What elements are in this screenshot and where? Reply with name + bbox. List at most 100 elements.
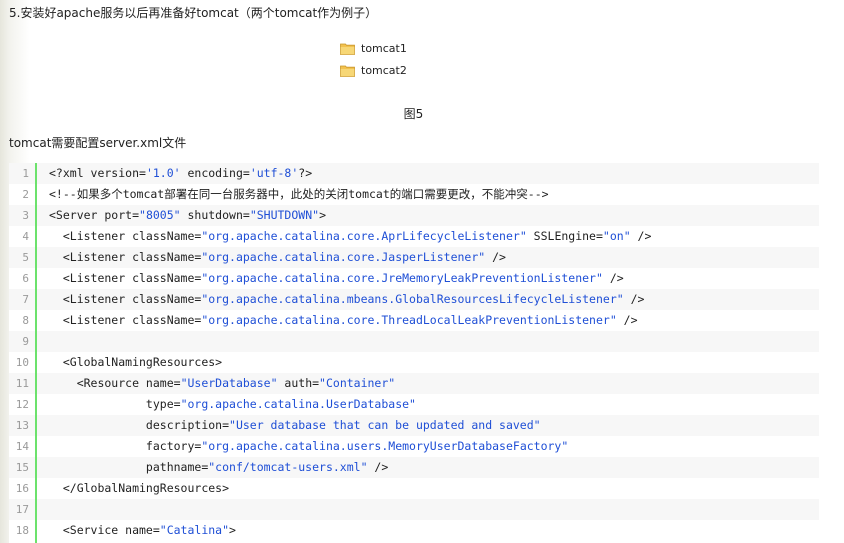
line-number: 11 xyxy=(15,377,29,390)
code-text: <Listener className="org.apache.catalina… xyxy=(49,226,652,247)
xml-markup: <Service name= xyxy=(49,523,160,537)
code-line: 3 <Server port="8005" shutdown="SHUTDOWN"… xyxy=(9,205,819,226)
line-number: 4 xyxy=(22,230,29,243)
code-line: 7 <Listener className="org.apache.catali… xyxy=(9,289,819,310)
code-text: </GlobalNamingResources> xyxy=(49,478,229,499)
xml-markup: <Listener className= xyxy=(49,313,202,327)
attribute-value: "conf/tomcat-users.xml" xyxy=(208,460,368,474)
xml-markup: /> xyxy=(630,229,652,243)
attribute-value: "org.apache.catalina.core.ThreadLocalLea… xyxy=(201,313,617,327)
attribute-value: "Container" xyxy=(319,376,396,390)
step-heading: 5.安装好apache服务以后再准备好tomcat（两个tomcat作为例子） xyxy=(9,6,378,20)
code-line: 16 </GlobalNamingResources> xyxy=(9,478,819,499)
xml-markup: ?> xyxy=(298,166,313,180)
line-number: 10 xyxy=(15,356,29,369)
attribute-value: '1.0' xyxy=(145,166,181,180)
xml-markup: pathname= xyxy=(49,460,209,474)
line-number: 8 xyxy=(22,314,29,327)
code-line: 6 <Listener className="org.apache.catali… xyxy=(9,268,819,289)
xml-markup: <?xml version= xyxy=(49,166,146,180)
line-number: 2 xyxy=(22,188,29,201)
folder-item-tomcat1[interactable]: tomcat1 xyxy=(340,39,407,57)
code-line: 12 type="org.apache.catalina.UserDatabas… xyxy=(9,394,819,415)
code-text: description="User database that can be u… xyxy=(49,415,541,436)
code-text: <Server port="8005" shutdown="SHUTDOWN"> xyxy=(49,205,326,226)
code-text: pathname="conf/tomcat-users.xml" /> xyxy=(49,457,388,478)
code-line: 17 xyxy=(9,499,819,520)
xml-markup: description= xyxy=(49,418,230,432)
code-text: <GlobalNamingResources> xyxy=(49,352,222,373)
xml-markup: <Listener className= xyxy=(49,271,202,285)
line-number: 3 xyxy=(22,209,29,222)
line-number: 9 xyxy=(22,335,29,348)
xml-markup: /> xyxy=(602,271,624,285)
code-text: type="org.apache.catalina.UserDatabase" xyxy=(49,394,416,415)
xml-markup: > xyxy=(229,523,236,537)
code-text: factory="org.apache.catalina.users.Memor… xyxy=(49,436,568,457)
folder-label: tomcat2 xyxy=(361,63,407,77)
code-text: <?xml version='1.0' encoding='utf-8'?> xyxy=(49,163,312,184)
attribute-value: "org.apache.catalina.core.JreMemoryLeakP… xyxy=(201,271,603,285)
code-line: 18 <Service name="Catalina"> xyxy=(9,520,819,541)
folder-item-tomcat2[interactable]: tomcat2 xyxy=(340,61,407,79)
xml-markup: <Listener className= xyxy=(49,292,202,306)
line-number: 13 xyxy=(15,419,29,432)
code-text: <Listener className="org.apache.catalina… xyxy=(49,247,506,268)
code-block: 18 <Service name="Catalina"> 17 16 </Globa… xyxy=(9,163,819,543)
line-number: 14 xyxy=(15,440,29,453)
attribute-value: "org.apache.catalina.mbeans.GlobalResour… xyxy=(201,292,624,306)
attribute-value: "org.apache.catalina.core.JasperListener… xyxy=(201,250,486,264)
code-line: 14 factory="org.apache.catalina.users.Me… xyxy=(9,436,819,457)
line-number: 16 xyxy=(15,482,29,495)
xml-markup: <Resource name= xyxy=(49,376,181,390)
attribute-value: "8005" xyxy=(139,208,181,222)
xml-markup: encoding= xyxy=(180,166,250,180)
code-line: 10 <GlobalNamingResources> xyxy=(9,352,819,373)
xml-markup: <Server port= xyxy=(49,208,140,222)
attribute-value: "org.apache.catalina.UserDatabase" xyxy=(180,397,416,411)
figure-caption: 图5 xyxy=(403,107,424,121)
xml-markup: factory= xyxy=(49,439,202,453)
folder-label: tomcat1 xyxy=(361,41,407,55)
attribute-value: "UserDatabase" xyxy=(180,376,278,390)
xml-markup: SSLEngine= xyxy=(526,229,603,243)
xml-markup: <GlobalNamingResources> xyxy=(49,355,223,369)
attribute-value: "on" xyxy=(602,229,631,243)
xml-markup: </GlobalNamingResources> xyxy=(49,481,230,495)
xml-markup: > xyxy=(319,208,326,222)
code-text: <Listener className="org.apache.catalina… xyxy=(49,289,645,310)
xml-markup: <Listener className= xyxy=(49,250,202,264)
code-line: 11 <Resource name="UserDatabase" auth="C… xyxy=(9,373,819,394)
xml-markup: shutdown= xyxy=(180,208,250,222)
code-line: 13 description="User database that can b… xyxy=(9,415,819,436)
code-line: 9 xyxy=(9,331,819,352)
xml-markup: <Listener className= xyxy=(49,229,202,243)
xml-markup: /> xyxy=(367,460,389,474)
line-number: 12 xyxy=(15,398,29,411)
config-note: tomcat需要配置server.xml文件 xyxy=(9,136,187,150)
attribute-value: "org.apache.catalina.core.AprLifecycleLi… xyxy=(201,229,527,243)
xml-markup: auth= xyxy=(277,376,320,390)
code-line: 8 <Listener className="org.apache.catali… xyxy=(9,310,819,331)
code-text: <Service name="Catalina"> xyxy=(49,520,236,541)
line-number: 17 xyxy=(15,503,29,516)
attribute-value: "org.apache.catalina.users.MemoryUserDat… xyxy=(201,439,569,453)
code-text: <Listener className="org.apache.catalina… xyxy=(49,310,638,331)
line-number: 1 xyxy=(22,167,29,180)
code-text: <!--如果多个tomcat部署在同一台服务器中，此处的关闭tomcat的端口需… xyxy=(49,184,549,205)
xml-markup: type= xyxy=(49,397,181,411)
code-text: <Listener className="org.apache.catalina… xyxy=(49,268,624,289)
attribute-value: "Catalina" xyxy=(159,523,230,537)
code-line: 2 <!--如果多个tomcat部署在同一台服务器中，此处的关闭tomcat的端口… xyxy=(9,184,819,205)
attribute-value: "SHUTDOWN" xyxy=(249,208,320,222)
line-number: 18 xyxy=(15,524,29,537)
code-line: 15 pathname="conf/tomcat-users.xml" /> xyxy=(9,457,819,478)
folder-icon xyxy=(340,43,355,55)
xml-markup: /> xyxy=(485,250,506,264)
code-text: <Resource name="UserDatabase" auth="Cont… xyxy=(49,373,396,394)
line-number: 15 xyxy=(15,461,29,474)
xml-markup: /> xyxy=(616,313,638,327)
xml-comment: <!--如果多个tomcat部署在同一台服务器中，此处的关闭tomcat的端口需… xyxy=(49,187,549,201)
folder-listing: tomcat1 tomcat2 xyxy=(322,32,506,94)
code-line: 5 <Listener className="org.apache.catali… xyxy=(9,247,819,268)
